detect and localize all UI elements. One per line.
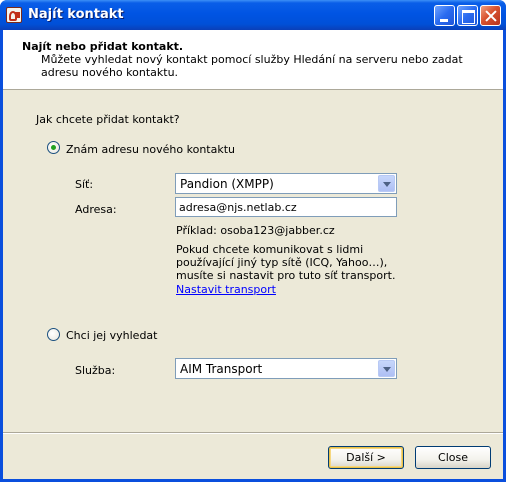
- address-example: Příklad: osoba123@jabber.cz: [176, 224, 335, 237]
- network-select-value: Pandion (XMPP): [180, 177, 274, 191]
- set-transport-link[interactable]: Nastavit transport: [176, 283, 276, 296]
- dialog-body: Najít nebo přidat kontakt. Můžete vyhled…: [3, 30, 503, 479]
- dialog-header: Najít nebo přidat kontakt. Můžete vyhled…: [3, 30, 503, 90]
- search-contact-label[interactable]: Chci jej vyhledat: [66, 329, 157, 342]
- network-label: Síť:: [75, 178, 94, 191]
- add-method-question: Jak chcete přidat kontakt?: [36, 113, 180, 126]
- address-field[interactable]: [175, 197, 397, 217]
- chevron-down-icon[interactable]: [378, 360, 395, 377]
- next-button[interactable]: Další >: [328, 446, 404, 469]
- service-select[interactable]: AIM Transport: [175, 358, 397, 379]
- transport-info: Pokud chcete komunikovat s lidmi používa…: [176, 243, 396, 282]
- find-contact-window: Najít kontakt Najít nebo přidat kontakt.…: [0, 0, 506, 482]
- address-label: Adresa:: [75, 203, 117, 216]
- address-input[interactable]: [176, 198, 396, 216]
- service-select-value: AIM Transport: [180, 362, 263, 376]
- search-contact-radio[interactable]: [47, 328, 60, 341]
- known-address-radio[interactable]: [47, 141, 60, 154]
- service-label: Služba:: [75, 364, 116, 377]
- header-description: Můžete vyhledat nový kontakt pomocí služ…: [41, 53, 463, 79]
- close-button[interactable]: Close: [415, 446, 491, 469]
- chevron-down-icon[interactable]: [378, 175, 395, 192]
- window-title: Najít kontakt: [28, 7, 124, 22]
- maximize-button[interactable]: [457, 5, 478, 26]
- close-window-button[interactable]: [480, 5, 501, 26]
- app-icon[interactable]: [6, 7, 22, 23]
- network-select[interactable]: Pandion (XMPP): [175, 173, 397, 194]
- title-bar[interactable]: Najít kontakt: [0, 0, 506, 30]
- minimize-button[interactable]: [434, 5, 455, 26]
- footer-divider: [3, 432, 503, 434]
- known-address-label[interactable]: Znám adresu nového kontaktu: [66, 143, 235, 156]
- header-title: Najít nebo přidat kontakt.: [22, 40, 184, 53]
